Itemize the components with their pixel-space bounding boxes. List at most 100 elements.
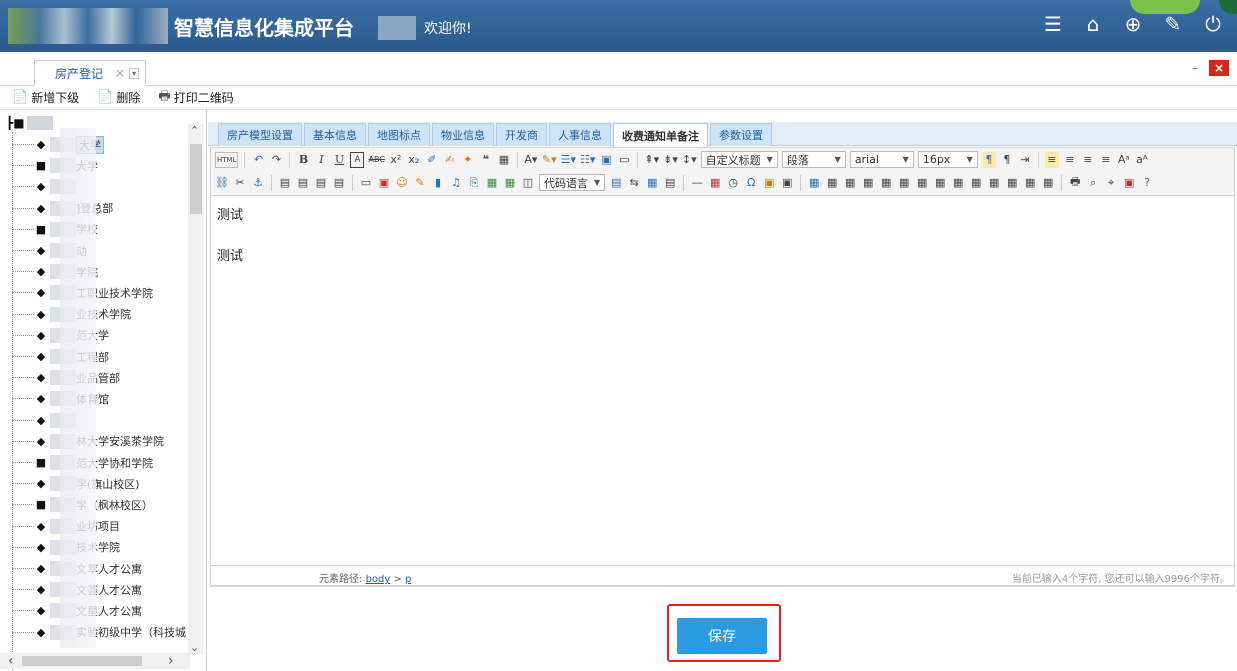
delete-table-icon[interactable]: ▦ — [825, 175, 839, 191]
tree-horizontal-scrollbar[interactable]: ‹ › — [0, 653, 190, 669]
tree-node[interactable]: ◆ 实验初级中学（科技城 — [12, 622, 186, 643]
split-cells-icon[interactable]: ▦ — [987, 175, 1001, 191]
format-painter-icon[interactable]: ✐ — [425, 152, 439, 168]
ordered-list-icon[interactable]: ☰▾ — [561, 152, 576, 168]
globe-icon[interactable]: ⊕ — [1121, 12, 1145, 36]
unordered-list-icon[interactable]: ☷▾ — [580, 152, 595, 168]
rtl-icon[interactable]: ¶ — [1000, 152, 1014, 168]
delete-col-icon[interactable]: ▦ — [915, 175, 929, 191]
attachment-icon[interactable]: ⎘ — [467, 175, 481, 191]
table-props-icon[interactable]: ▦ — [1041, 175, 1055, 191]
emotion-icon[interactable]: ☺ — [395, 175, 409, 191]
template-icon[interactable]: ▤ — [609, 175, 623, 191]
scroll-thumb[interactable] — [190, 144, 202, 214]
insert-video-icon[interactable]: ▮ — [431, 175, 445, 191]
paragraph-select[interactable]: 段落 ▼ — [781, 151, 846, 168]
add-child-button[interactable]: 📄 新增下级 — [12, 89, 79, 106]
merge-right-icon[interactable]: ▦ — [951, 175, 965, 191]
home-icon[interactable]: ⌂ — [1081, 12, 1105, 36]
subtab-4[interactable]: 开发商 — [496, 123, 547, 146]
link-icon[interactable]: ⛓ — [215, 175, 229, 191]
scroll-up-icon[interactable]: ⌃ — [190, 124, 199, 137]
horizontal-rule-icon[interactable]: — — [690, 175, 704, 191]
ltr-icon[interactable]: ¶ — [981, 151, 996, 168]
date-icon[interactable]: ▦ — [708, 175, 722, 191]
insert-col-icon[interactable]: ▦ — [897, 175, 911, 191]
image-none-icon[interactable]: ▤ — [278, 175, 292, 191]
close-button[interactable]: × — [1209, 60, 1229, 76]
code-icon[interactable]: ▤ — [663, 175, 677, 191]
delete-button[interactable]: 📄 删除 — [97, 89, 140, 106]
tree-vertical-scrollbar[interactable]: ⌃ ⌄ — [188, 124, 204, 654]
font-family-select[interactable]: arial ▼ — [849, 151, 914, 168]
align-justify-icon[interactable]: ≡ — [1099, 152, 1113, 168]
highlight-color-icon[interactable]: ✎▾ — [542, 152, 557, 168]
power-icon[interactable]: ⏻ — [1201, 12, 1225, 36]
path-body-link[interactable]: body — [366, 574, 391, 585]
minimize-button[interactable]: – — [1185, 60, 1205, 76]
insert-para-before-table-icon[interactable]: ▦ — [843, 175, 857, 191]
scroll-down-icon[interactable]: ⌄ — [190, 641, 199, 654]
print-icon[interactable]: 🖶 — [1068, 175, 1082, 191]
editor-body[interactable]: 测试 测试 — [211, 196, 1234, 294]
split-rows-icon[interactable]: ▦ — [1005, 175, 1019, 191]
print-qr-button[interactable]: 🖶 打印二维码 — [158, 87, 233, 109]
background-icon[interactable]: ▦ — [645, 175, 659, 191]
merge-cells-icon[interactable]: ▦ — [933, 175, 947, 191]
split-cols-icon[interactable]: ▦ — [1023, 175, 1037, 191]
row-spacing-top-icon[interactable]: ⇞▾ — [644, 152, 659, 168]
heading-select[interactable]: 自定义标题 ▼ — [700, 151, 778, 168]
snapscreen-icon[interactable]: ▣ — [780, 175, 794, 191]
clear-doc-icon[interactable]: ▭ — [617, 152, 631, 168]
time-icon[interactable]: ◷ — [726, 175, 740, 191]
align-right-icon[interactable]: ≡ — [1081, 152, 1095, 168]
image-center-icon[interactable]: ▤ — [332, 175, 346, 191]
edit-icon[interactable]: ✎ — [1161, 12, 1185, 36]
insert-image-icon[interactable]: ▣ — [377, 175, 391, 191]
bold-icon[interactable]: B — [296, 152, 310, 168]
subtab-6[interactable]: 收费通知单备注 — [613, 123, 708, 147]
tab-menu-icon[interactable]: ▾ — [129, 67, 140, 79]
scrawl-icon[interactable]: ✎ — [413, 175, 427, 191]
tab-property-register[interactable]: 房产登记 × ▾ — [34, 60, 146, 86]
indent-icon[interactable]: ⇥ — [1018, 152, 1032, 168]
underline-icon[interactable]: U — [332, 152, 346, 168]
subscript-icon[interactable]: x₂ — [407, 152, 421, 168]
special-chars-icon[interactable]: Ω — [744, 175, 758, 191]
preview-icon[interactable]: ⌕ — [1086, 175, 1100, 191]
unlink-icon[interactable]: ✂ — [233, 175, 247, 191]
insert-frame-icon[interactable]: ◫ — [521, 175, 535, 191]
code-language-select[interactable]: 代码语言 ▼ — [539, 174, 606, 191]
anchor-icon[interactable]: ⚓ — [251, 175, 265, 191]
tab-close-icon[interactable]: × — [115, 66, 125, 80]
insert-table-icon[interactable]: ▦ — [807, 175, 821, 191]
gmap-icon[interactable]: ▦ — [503, 175, 517, 191]
html-source-icon[interactable]: HTML — [215, 151, 239, 168]
select-all-icon[interactable]: ▣ — [599, 152, 613, 168]
strikethrough-icon[interactable]: ABC — [368, 152, 384, 168]
save-button[interactable]: 保存 — [677, 618, 767, 654]
map-icon[interactable]: ▦ — [485, 175, 499, 191]
subtab-1[interactable]: 基本信息 — [304, 123, 366, 146]
italic-icon[interactable]: I — [314, 152, 328, 168]
align-center-icon[interactable]: ≡ — [1063, 152, 1077, 168]
delete-row-icon[interactable]: ▦ — [879, 175, 893, 191]
image-right-icon[interactable]: ▤ — [314, 175, 328, 191]
path-p-link[interactable]: p — [405, 574, 411, 585]
hscroll-thumb[interactable] — [22, 656, 142, 666]
to-uppercase-icon[interactable]: Aᵃ — [1117, 152, 1131, 168]
subtab-0[interactable]: 房产模型设置 — [218, 123, 302, 146]
superscript-icon[interactable]: x² — [389, 152, 403, 168]
menu-icon[interactable]: ☰ — [1041, 12, 1065, 36]
quote-icon[interactable]: ❝ — [479, 152, 493, 168]
subtab-3[interactable]: 物业信息 — [432, 123, 494, 146]
insert-row-icon[interactable]: ▦ — [861, 175, 875, 191]
font-size-select[interactable]: 16px ▼ — [917, 151, 978, 168]
help-icon[interactable]: ? — [1140, 175, 1154, 191]
font-color-icon[interactable]: A▾ — [524, 152, 538, 168]
to-lowercase-icon[interactable]: aᴬ — [1135, 152, 1149, 168]
tree-root[interactable]: ┣■ — [6, 116, 53, 130]
align-left-icon[interactable]: ≡ — [1044, 151, 1059, 168]
scroll-right-icon[interactable]: › — [168, 653, 174, 669]
music-icon[interactable]: ♫ — [449, 175, 463, 191]
